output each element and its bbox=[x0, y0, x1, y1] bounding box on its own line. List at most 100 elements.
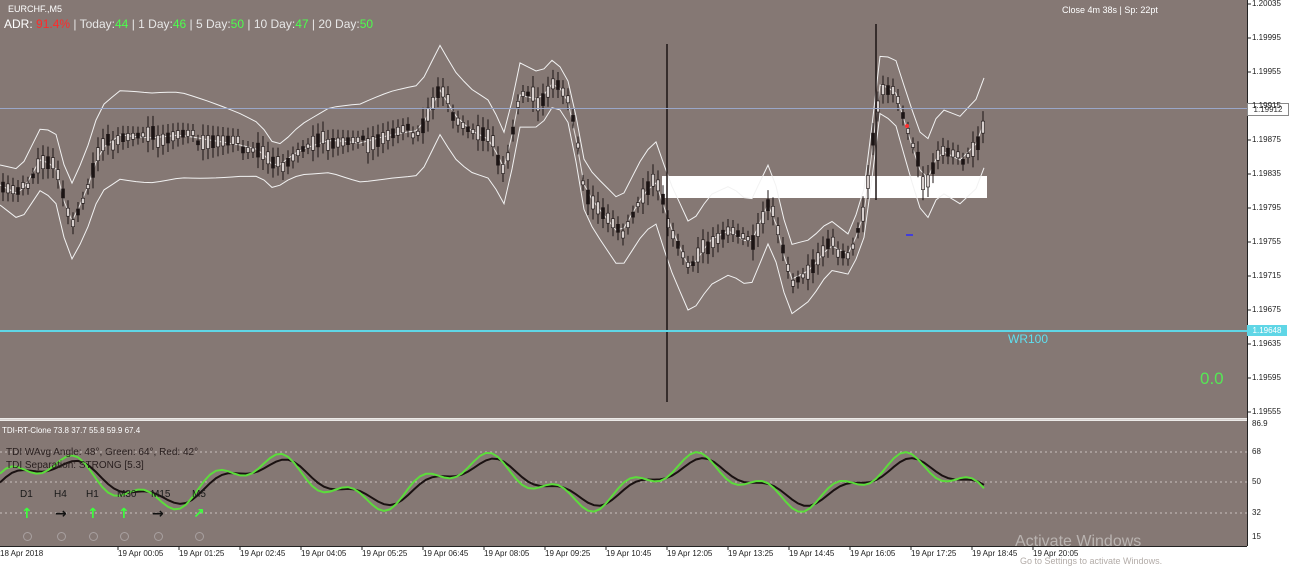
candle-body bbox=[336, 137, 340, 148]
chart-canvas[interactable] bbox=[0, 0, 1289, 573]
candle-body bbox=[971, 142, 975, 157]
price-label: 1.19795 bbox=[1252, 203, 1281, 212]
tdi-separation: TDI Separation: STRONG [5.3] bbox=[6, 460, 144, 471]
candle-body bbox=[311, 135, 315, 151]
candle-body bbox=[71, 219, 75, 227]
adr-value: 91.4% bbox=[36, 17, 71, 31]
price-label: 1.20035 bbox=[1252, 0, 1281, 8]
candle-body bbox=[546, 85, 550, 98]
candle-body bbox=[871, 132, 875, 146]
candle-body bbox=[691, 261, 695, 267]
candle-body bbox=[696, 247, 700, 263]
candle-body bbox=[31, 173, 35, 179]
candle-body bbox=[156, 135, 160, 148]
candle-body bbox=[81, 198, 85, 204]
candle-body bbox=[671, 230, 675, 240]
time-label: 19 Apr 06:45 bbox=[423, 549, 469, 558]
candle-body bbox=[541, 93, 545, 106]
candle-body bbox=[491, 135, 495, 147]
activate-windows-title: Activate Windows bbox=[1015, 533, 1142, 550]
candle-body bbox=[566, 95, 570, 104]
candle-body bbox=[561, 87, 565, 97]
candle-body bbox=[646, 181, 650, 195]
candle-body bbox=[191, 130, 195, 136]
candle-body bbox=[826, 238, 830, 250]
trend-arrow-icon: ↑ bbox=[87, 506, 99, 522]
time-label: 19 Apr 04:05 bbox=[301, 549, 347, 558]
trading-chart[interactable]: EURCHF.,M5 ADR: 91.4% | Today:44 | 1 Day… bbox=[0, 0, 1289, 573]
adr-readout: ADR: 91.4% | Today:44 | 1 Day:46 | 5 Day… bbox=[4, 17, 373, 31]
candle-body bbox=[116, 135, 120, 145]
candle-body bbox=[241, 146, 245, 154]
candle-body bbox=[36, 158, 40, 174]
candle-body bbox=[471, 129, 475, 134]
candle-body bbox=[921, 176, 925, 190]
timeframe-label: M30 bbox=[117, 489, 137, 500]
candle-body bbox=[136, 132, 140, 139]
price-label: 1.19915 bbox=[1252, 101, 1281, 110]
timeframe-label: M5 bbox=[192, 489, 206, 500]
candle-body bbox=[816, 252, 820, 266]
status-dot-icon bbox=[195, 532, 204, 541]
time-label: 19 Apr 00:05 bbox=[118, 549, 164, 558]
candle-body bbox=[761, 211, 765, 224]
adr-label: ADR: bbox=[4, 17, 33, 31]
candle-body bbox=[436, 86, 440, 98]
candle-body bbox=[171, 131, 175, 142]
candle-body bbox=[271, 156, 275, 169]
candle-body bbox=[286, 157, 290, 167]
candle-body bbox=[791, 279, 795, 287]
candle-body bbox=[571, 115, 575, 122]
candle-body bbox=[226, 135, 230, 146]
candle-body bbox=[176, 130, 180, 139]
candle-body bbox=[956, 151, 960, 159]
candle-body bbox=[426, 107, 430, 122]
candle-body bbox=[516, 101, 520, 108]
candle-body bbox=[611, 218, 615, 229]
day10-value: 47 bbox=[295, 17, 309, 31]
candle-body bbox=[366, 138, 370, 153]
candle-body bbox=[361, 135, 365, 141]
candle-body bbox=[501, 164, 505, 174]
time-label: 19 Apr 17:25 bbox=[911, 549, 957, 558]
status-dot-icon bbox=[154, 532, 163, 541]
candle-body bbox=[926, 174, 930, 188]
time-label: 19 Apr 12:05 bbox=[667, 549, 713, 558]
time-label: 19 Apr 09:25 bbox=[545, 549, 591, 558]
time-label: 19 Apr 05:25 bbox=[362, 549, 408, 558]
candle-body bbox=[676, 241, 680, 249]
symbol-label: EURCHF.,M5 bbox=[8, 4, 63, 14]
trend-arrow-icon: → bbox=[55, 506, 67, 522]
candle-body bbox=[376, 134, 380, 147]
day20-value: 50 bbox=[359, 17, 374, 31]
candle-body bbox=[331, 138, 335, 149]
candle-body bbox=[61, 188, 65, 199]
candle-body bbox=[476, 125, 480, 141]
candle-body bbox=[231, 135, 235, 145]
candle-body bbox=[236, 136, 240, 144]
candle-body bbox=[661, 193, 665, 205]
candle-body bbox=[931, 162, 935, 174]
candle-body bbox=[846, 252, 850, 260]
candle-body bbox=[961, 159, 965, 165]
candle-body bbox=[981, 120, 985, 134]
candle-body bbox=[381, 132, 385, 144]
trend-arrow-icon: → bbox=[152, 506, 164, 522]
candle-body bbox=[681, 251, 685, 259]
time-label: 19 Apr 13:25 bbox=[728, 549, 774, 558]
time-label: 19 Apr 16:05 bbox=[850, 549, 896, 558]
status-dot-icon bbox=[23, 532, 32, 541]
candle-body bbox=[86, 184, 90, 189]
time-label: 19 Apr 02:45 bbox=[240, 549, 286, 558]
candle-body bbox=[781, 244, 785, 254]
trend-arrow-icon: ↑ bbox=[118, 506, 130, 522]
candle-body bbox=[296, 149, 300, 156]
supply-demand-zone[interactable] bbox=[662, 176, 987, 198]
close-timer-info: Close 4m 38s | Sp: 22pt bbox=[1062, 5, 1158, 15]
candle-body bbox=[906, 128, 910, 134]
candle-body bbox=[111, 139, 115, 151]
candle-body bbox=[806, 264, 810, 280]
time-label: 19 Apr 14:45 bbox=[789, 549, 835, 558]
candle-body bbox=[866, 175, 870, 189]
candle-body bbox=[66, 207, 70, 217]
